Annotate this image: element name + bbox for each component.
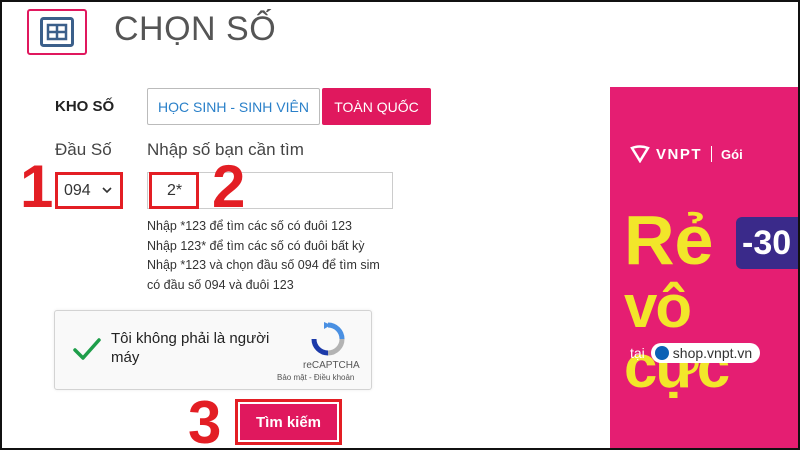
- banner-discount-badge: -30: [736, 217, 800, 269]
- hint-line: có đầu số 094 và đuôi 123: [147, 277, 294, 292]
- hint-line: Nhập *123 để tìm các số có đuôi 123: [147, 219, 352, 233]
- banner-headline-re: Rẻ: [624, 201, 714, 279]
- recaptcha-logo-icon: [311, 322, 345, 356]
- number-search-input-value[interactable]: 2*: [149, 172, 199, 209]
- step-marker-1: 1: [20, 153, 54, 220]
- banner-brand-text: VNPT: [656, 145, 703, 163]
- banner-shop-prefix: tại: [630, 345, 645, 361]
- sim-card-icon: [27, 9, 87, 55]
- dau-so-label: Đầu Số: [55, 140, 112, 159]
- step-marker-3: 3: [188, 389, 222, 450]
- recaptcha-brand: reCAPTCHA: [303, 360, 360, 371]
- search-hints: Nhập *123 để tìm các số có đuôi 123 Nhập…: [147, 217, 380, 295]
- banner-goi-text: Gói: [721, 146, 743, 162]
- tab-hoc-sinh-sinh-vien[interactable]: HỌC SINH - SINH VIÊN: [147, 88, 320, 125]
- step-marker-2: 2: [212, 153, 246, 220]
- vnpt-logo-icon: [630, 145, 650, 163]
- promo-banner[interactable]: VNPT Gói Rẻ -30 vô cực tại shop.vnpt.vn: [610, 87, 800, 450]
- chevron-down-icon: [102, 187, 112, 194]
- dau-so-select[interactable]: 094: [55, 172, 123, 209]
- recaptcha-terms-link[interactable]: Bảo mật - Điều khoản: [277, 373, 354, 382]
- checkmark-icon[interactable]: [71, 333, 103, 365]
- banner-brand: VNPT Gói: [630, 145, 743, 163]
- banner-headline-vo-cuc: vô cực: [624, 273, 730, 400]
- banner-shop-url: shop.vnpt.vn: [672, 345, 753, 361]
- search-button[interactable]: Tìm kiếm: [240, 404, 337, 440]
- banner-shop-link[interactable]: tại shop.vnpt.vn: [630, 343, 761, 363]
- hint-line: Nhập 123* để tìm các số có đuôi bất kỳ: [147, 238, 365, 253]
- recaptcha-label: Tôi không phải là người máy: [111, 330, 270, 366]
- page-title: CHỌN SỐ: [114, 10, 277, 48]
- globe-icon: [654, 346, 669, 360]
- hint-line: Nhập *123 và chọn đầu số 094 để tìm sim: [147, 258, 380, 272]
- recaptcha-widget: Tôi không phải là người máy reCAPTCHA Bả…: [54, 310, 372, 390]
- kho-so-label: KHO SỐ: [55, 98, 115, 115]
- tab-toan-quoc[interactable]: TOÀN QUỐC: [322, 88, 431, 125]
- dau-so-selected-value: 094: [64, 181, 91, 199]
- banner-shop-pill: shop.vnpt.vn: [650, 343, 761, 363]
